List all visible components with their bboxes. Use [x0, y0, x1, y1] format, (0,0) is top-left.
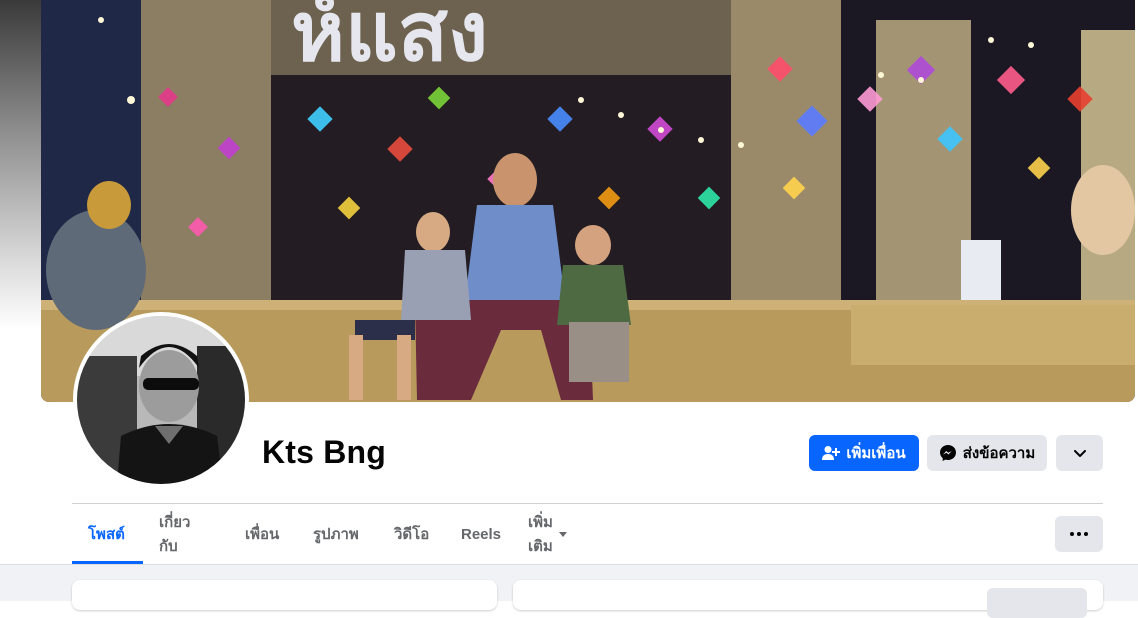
tab-about[interactable]: เกี่ยวกับ — [159, 504, 190, 564]
tab-posts[interactable]: โพสต์ — [88, 504, 125, 564]
tab-label: โพสต์ — [88, 526, 125, 543]
messenger-icon — [939, 444, 957, 462]
posts-card — [513, 580, 1103, 618]
profile-name: Kts Bng — [262, 434, 387, 470]
profile-avatar-image — [77, 316, 245, 484]
filters-button[interactable] — [987, 588, 1087, 618]
user-plus-icon — [822, 445, 841, 461]
add-friend-button[interactable]: เพิ่มเพื่อน — [809, 435, 919, 471]
tab-photos[interactable]: รูปภาพ — [313, 504, 359, 564]
profile-divider — [72, 503, 1103, 504]
tab-friends[interactable]: เพื่อน — [245, 504, 279, 564]
tab-reels[interactable]: Reels — [461, 504, 501, 564]
intro-card — [72, 580, 497, 610]
tab-label: เกี่ยวกับ — [159, 514, 191, 555]
more-options-button[interactable] — [1055, 516, 1103, 552]
profile-avatar[interactable] — [73, 312, 249, 488]
message-label: ส่งข้อความ — [962, 445, 1036, 462]
tab-label: รูปภาพ — [313, 526, 359, 543]
left-edge-backdrop — [0, 0, 41, 330]
tab-label: Reels — [461, 525, 502, 543]
tab-label: เพิ่มเติม — [528, 514, 553, 555]
ellipsis-icon — [1070, 532, 1074, 536]
tab-label: เพื่อน — [245, 526, 280, 543]
tab-videos[interactable]: วิดีโอ — [394, 504, 429, 564]
message-button[interactable]: ส่งข้อความ — [927, 435, 1047, 471]
tab-more[interactable]: เพิ่มเติม — [528, 504, 567, 564]
cover-sign-text: ห์แสง — [291, 0, 488, 80]
add-friend-label: เพิ่มเพื่อน — [846, 445, 906, 462]
caret-down-icon — [558, 531, 567, 537]
chevron-down-icon — [1073, 445, 1086, 462]
profile-options-button[interactable] — [1056, 435, 1103, 471]
tab-label: วิดีโอ — [394, 526, 430, 543]
